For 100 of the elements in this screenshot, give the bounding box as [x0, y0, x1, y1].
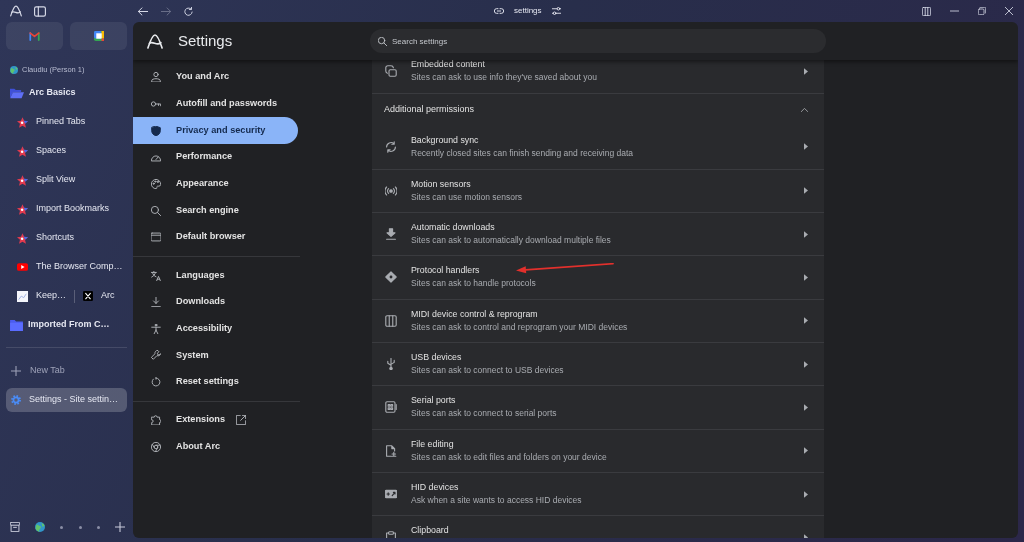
permission-description: Ask when a site wants to access HID devices	[411, 494, 582, 508]
search-icon	[378, 36, 387, 46]
permission-row[interactable]: Motion sensors Sites can use motion sensors	[372, 168, 824, 212]
star-icon	[17, 232, 28, 244]
permission-row[interactable]: Embedded content Sites can ask to use info they've saved about you	[372, 60, 824, 94]
dot-icon[interactable]	[96, 525, 100, 529]
play-icon	[17, 263, 28, 271]
permission-row[interactable]: Protocol handlers Sites can ask to handle protocols	[372, 255, 824, 299]
restore-icon[interactable]	[978, 7, 986, 15]
caret-right-icon	[804, 273, 808, 281]
section-header[interactable]: Additional permissions	[372, 93, 824, 126]
caret-right-icon	[804, 447, 808, 455]
diamond-icon	[385, 271, 397, 284]
sidebar-tab[interactable]: Pinned Tabs	[6, 107, 127, 137]
permission-title: HID devices	[411, 481, 459, 495]
sidebar-tab[interactable]: Split View	[6, 165, 127, 195]
permission-title: File editing	[411, 437, 454, 451]
pinned-tab[interactable]	[70, 22, 127, 50]
globe-icon[interactable]	[35, 522, 46, 532]
dot-icon[interactable]	[78, 525, 82, 529]
dot-icon[interactable]	[60, 525, 64, 529]
star-icon	[17, 116, 28, 128]
nav-link[interactable]: Accessibility	[133, 315, 298, 343]
sliders-icon[interactable]	[551, 7, 561, 15]
folder-item[interactable]: Imported From C…	[6, 310, 127, 340]
archive-icon[interactable]	[10, 522, 20, 532]
open-folder-icon	[10, 87, 24, 99]
permission-row[interactable]: USB devices Sites can ask to connect to USB devices	[372, 341, 824, 386]
plus-icon[interactable]	[114, 522, 125, 532]
gauge-icon	[151, 152, 161, 163]
permission-description: Sites can ask to edit files and folders on your device	[411, 450, 607, 464]
sidebar-tab[interactable]: Settings - Site settin…	[6, 387, 127, 412]
palette-icon	[151, 178, 161, 189]
page-title: Settings	[178, 30, 233, 51]
gear-icon	[11, 394, 21, 405]
folder-item[interactable]: Arc Basics	[6, 78, 127, 108]
back-arrow-icon[interactable]	[138, 6, 148, 16]
nav-link[interactable]: Privacy and security	[133, 117, 298, 144]
permission-title: Automatic downloads	[411, 221, 495, 235]
permission-row[interactable]: Serial ports Sites can ask to connect to serial ports	[372, 385, 824, 429]
x-favicon-icon	[83, 291, 94, 301]
ring-logo-icon	[151, 442, 161, 453]
permission-row[interactable]: File editing Sites can ask to edit files and folders on your device	[372, 428, 824, 472]
sidebar-tab[interactable]: Import Bookmarks	[6, 194, 127, 224]
nav-link[interactable]: Default browser	[133, 223, 298, 251]
nav-link[interactable]: Languages	[133, 262, 298, 289]
address-text[interactable]: settings	[514, 5, 542, 17]
caret-right-icon	[804, 403, 808, 411]
folder-icon	[10, 319, 23, 331]
nav-link[interactable]: Downloads	[133, 288, 298, 316]
sync-icon	[385, 140, 397, 153]
logo-icon[interactable]	[10, 5, 22, 17]
permission-row[interactable]: Background sync Recently closed sites can finish sending and receiving data	[372, 125, 824, 169]
download-icon	[151, 297, 161, 308]
new-tab-button[interactable]: New Tab	[6, 356, 127, 385]
broadcast-icon	[385, 184, 397, 197]
sidebar-tab[interactable]: Arc	[83, 289, 115, 303]
nav-link[interactable]: Search engine	[133, 197, 298, 224]
split-view-icon[interactable]	[922, 6, 931, 16]
nav-link[interactable]: Reset settings	[133, 368, 298, 396]
permission-description: Sites can ask to handle protocols	[411, 277, 536, 291]
sidebar-tab[interactable]: Spaces	[6, 136, 127, 166]
caret-right-icon	[804, 317, 808, 325]
permission-row[interactable]: Automatic downloads Sites can ask to automatically download multiple files	[372, 211, 824, 256]
sidebar-tab[interactable]: Keep…	[17, 289, 67, 303]
sidebar-toggle-icon[interactable]	[34, 5, 46, 17]
permission-title: MIDI device control & reprogram	[411, 307, 538, 321]
sidebar-tab[interactable]: The Browser Comp…	[6, 252, 127, 282]
link-icon[interactable]	[494, 8, 504, 14]
permission-title: Background sync	[411, 133, 479, 147]
reload-icon[interactable]	[184, 6, 193, 16]
usb-icon	[385, 358, 397, 371]
nav-link[interactable]: Extensions	[133, 407, 298, 434]
permission-row[interactable]: MIDI device control & reprogram Sites can ask to control and reprogram your MIDI devices	[372, 298, 824, 342]
caret-right-icon	[804, 490, 808, 498]
permission-row[interactable]: Clipboard	[372, 515, 824, 538]
permission-description: Sites can ask to use info they've saved about you	[411, 71, 597, 85]
star-icon	[17, 203, 28, 215]
permission-description: Sites can use motion sensors	[411, 190, 523, 204]
external-link-icon	[236, 415, 246, 426]
window-icon	[151, 232, 161, 243]
nav-link[interactable]: You and Arc	[133, 64, 298, 91]
file-icon	[385, 444, 397, 457]
star-icon	[17, 174, 28, 186]
permission-title: USB devices	[411, 351, 462, 365]
permission-row[interactable]: HID devices Ask when a site wants to access HID devices	[372, 471, 824, 516]
nav-link[interactable]: System	[133, 342, 298, 369]
logo-icon	[147, 33, 163, 49]
caret-right-icon	[804, 230, 808, 238]
search-field[interactable]: Search settings	[370, 29, 826, 53]
permission-description: Sites can ask to control and reprogram your MIDI devices	[411, 320, 628, 334]
key-icon	[151, 99, 161, 109]
close-icon[interactable]	[1005, 7, 1013, 15]
nav-link[interactable]: Performance	[133, 143, 298, 171]
sidebar-tab[interactable]: Shortcuts	[6, 223, 127, 253]
nav-link[interactable]: About Arc	[133, 433, 298, 461]
permission-title: Protocol handlers	[411, 264, 480, 278]
nav-link[interactable]: Appearance	[133, 170, 298, 198]
star-icon	[17, 145, 28, 157]
nav-link[interactable]: Autofill and passwords	[133, 90, 298, 118]
